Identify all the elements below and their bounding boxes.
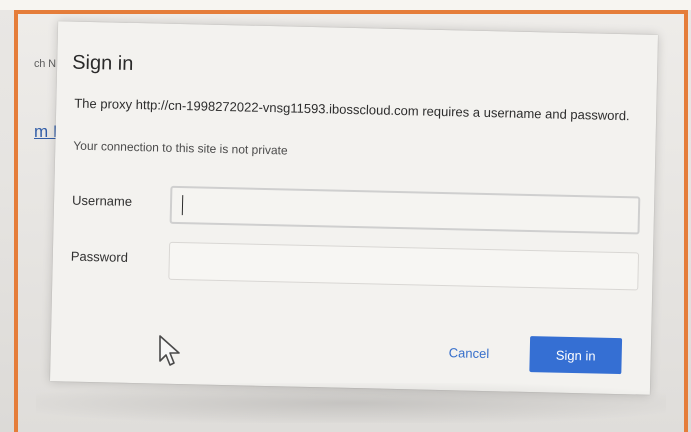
password-label: Password xyxy=(70,248,129,265)
privacy-warning: Your connection to this site is not priv… xyxy=(73,138,288,158)
background-partial-link[interactable]: m I xyxy=(34,122,58,142)
background-partial-text: ch N xyxy=(34,58,56,70)
password-field[interactable] xyxy=(168,241,640,291)
dialog-title: Sign in xyxy=(71,51,134,75)
text-caret xyxy=(181,195,184,216)
proxy-message: The proxy http://cn-1998272022-vnsg11593… xyxy=(74,95,630,124)
cancel-button[interactable]: Cancel xyxy=(449,345,490,361)
browser-screen: ch N m I Sign in The proxy http://cn-199… xyxy=(0,0,691,432)
username-field[interactable] xyxy=(169,185,641,235)
sign-in-button[interactable]: Sign in xyxy=(529,336,623,375)
top-window-strip xyxy=(0,0,691,10)
username-label: Username xyxy=(71,192,133,209)
arrow-cursor-icon xyxy=(157,334,185,368)
proxy-auth-dialog: Sign in The proxy http://cn-1998272022-v… xyxy=(49,21,659,395)
dialog-shadow xyxy=(36,383,666,423)
